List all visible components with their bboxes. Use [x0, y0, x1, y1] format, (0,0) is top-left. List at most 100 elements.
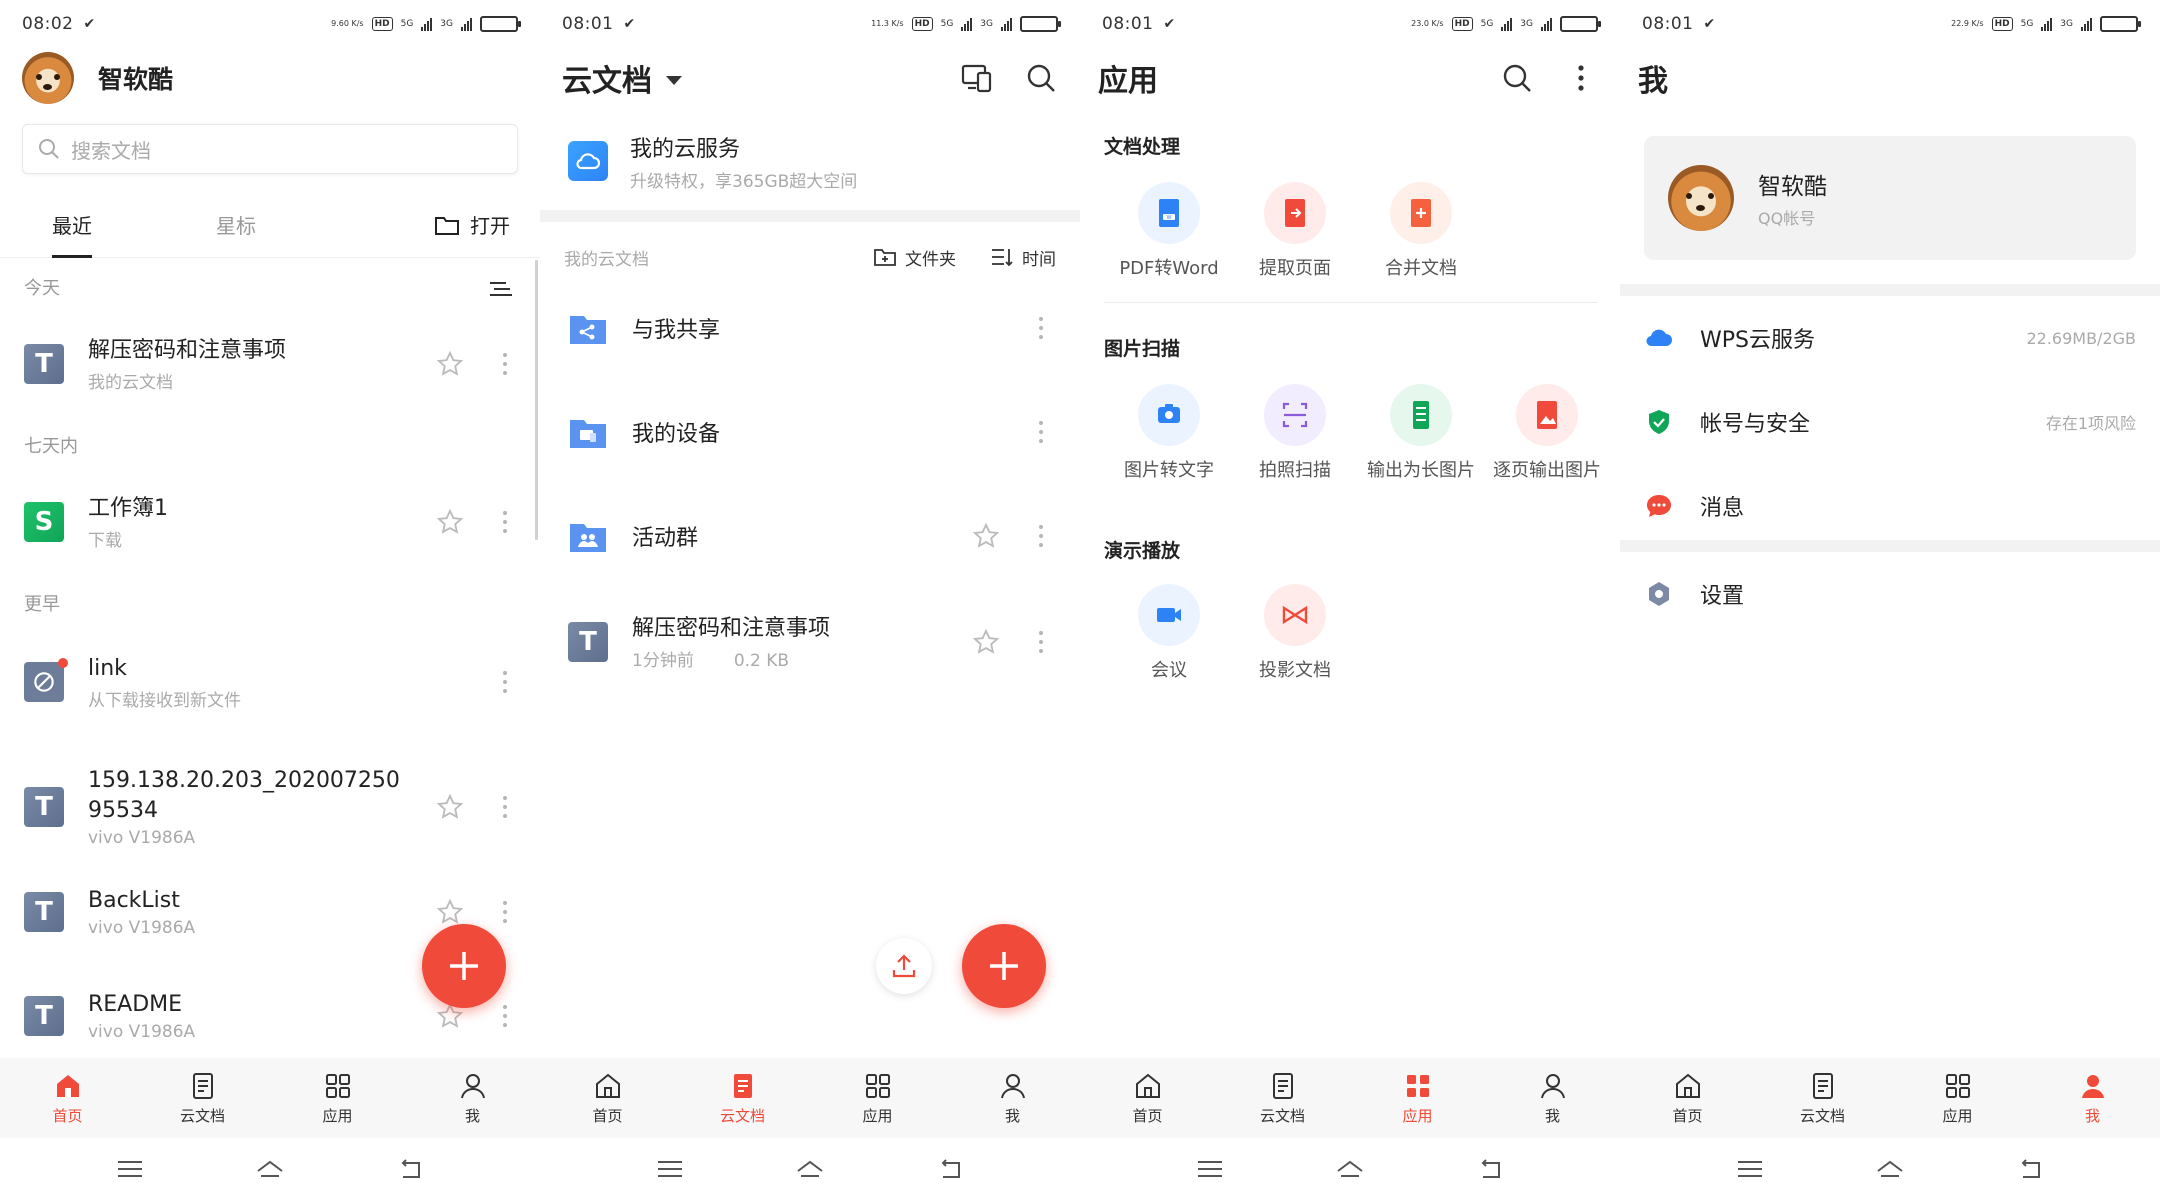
- shield-icon: [1649, 410, 1669, 434]
- home-key-icon[interactable]: [255, 1157, 285, 1181]
- search-icon[interactable]: [1024, 61, 1058, 95]
- row-settings[interactable]: 设置: [1620, 552, 2160, 636]
- search-icon[interactable]: [1500, 61, 1534, 95]
- row-account-security[interactable]: 帐号与安全 存在1项风险: [1620, 380, 2160, 464]
- folder-add-icon: [874, 249, 896, 266]
- star-icon[interactable]: [436, 350, 464, 378]
- profile-account-type: QQ帐号: [1758, 209, 1816, 228]
- menu-icon[interactable]: [1195, 1157, 1225, 1181]
- nav-apps[interactable]: 应用: [1890, 1058, 2025, 1138]
- app-projection[interactable]: 投影文档: [1232, 584, 1358, 682]
- file-row[interactable]: T 解压密码和注意事项 我的云文档: [0, 314, 540, 414]
- star-icon[interactable]: [436, 898, 464, 926]
- file-row[interactable]: link 从下载接收到新文件: [0, 632, 540, 732]
- file-title: README: [88, 992, 183, 1017]
- scrollbar[interactable]: [535, 260, 538, 540]
- home-key-icon[interactable]: [1875, 1157, 1905, 1181]
- nav-home[interactable]: 首页: [0, 1058, 135, 1138]
- message-icon: [1647, 495, 1671, 517]
- menu-icon[interactable]: [115, 1157, 145, 1181]
- more-icon[interactable]: [502, 1005, 508, 1027]
- more-icon[interactable]: [502, 353, 508, 375]
- sort-by-time-button[interactable]: 时间: [990, 245, 1056, 270]
- file-row[interactable]: T 解压密码和注意事项 1分钟前 0.2 KB: [540, 590, 1080, 694]
- more-icon[interactable]: [1038, 317, 1044, 339]
- nav-cloud-docs[interactable]: 云文档: [135, 1058, 270, 1138]
- nav-home[interactable]: 首页: [540, 1058, 675, 1138]
- back-icon[interactable]: [1475, 1157, 1505, 1181]
- folder-icon: [435, 216, 459, 235]
- app-extract-page[interactable]: 提取页面: [1232, 182, 1358, 280]
- signal-icon: [421, 17, 433, 31]
- folder-row[interactable]: 与我共享: [540, 276, 1080, 380]
- nav-me[interactable]: 我: [2025, 1058, 2160, 1138]
- home-icon: [56, 1074, 79, 1097]
- new-folder-button[interactable]: 文件夹: [873, 245, 956, 270]
- app-meeting[interactable]: 会议: [1106, 584, 1232, 682]
- more-icon[interactable]: [502, 901, 508, 923]
- system-nav-bar: [540, 1138, 1080, 1200]
- row-messages[interactable]: 消息: [1620, 464, 2160, 548]
- more-icon[interactable]: [1038, 421, 1044, 443]
- nav-home[interactable]: 首页: [1080, 1058, 1215, 1138]
- text-doc-icon: T: [24, 787, 64, 827]
- new-document-button[interactable]: [962, 924, 1046, 1008]
- nav-cloud-docs[interactable]: 云文档: [1755, 1058, 1890, 1138]
- nav-me[interactable]: 我: [405, 1058, 540, 1138]
- cloud-service-card[interactable]: 我的云服务 升级特权，享365GB超大空间: [540, 114, 1080, 208]
- tab-recent[interactable]: 最近: [30, 192, 114, 258]
- nav-me[interactable]: 我: [1485, 1058, 1620, 1138]
- nav-cloud-docs[interactable]: 云文档: [675, 1058, 810, 1138]
- more-icon[interactable]: [502, 796, 508, 818]
- app-page-image[interactable]: 逐页输出图片: [1484, 384, 1610, 482]
- search-input[interactable]: 搜索文档: [22, 124, 518, 174]
- file-row[interactable]: S 工作簿1 下载: [0, 472, 540, 572]
- folder-row[interactable]: 我的设备: [540, 380, 1080, 484]
- back-icon[interactable]: [2015, 1157, 2045, 1181]
- person-icon: [2081, 1074, 2104, 1098]
- apps-screen: 08:01 ✔ 23.0 K/s HD 5G 3G 应用 文档处理 W PDF转…: [1080, 0, 1620, 1200]
- nav-cloud-docs[interactable]: 云文档: [1215, 1058, 1350, 1138]
- file-row[interactable]: T 159.138.20.203_202007250 95534 vivo V1…: [0, 748, 540, 866]
- app-photo-scan[interactable]: 拍照扫描: [1232, 384, 1358, 482]
- app-long-image[interactable]: 输出为长图片: [1358, 384, 1484, 482]
- app-pdf-to-word[interactable]: W PDF转Word: [1106, 182, 1232, 280]
- back-icon[interactable]: [935, 1157, 965, 1181]
- star-icon[interactable]: [436, 508, 464, 536]
- home-key-icon[interactable]: [795, 1157, 825, 1181]
- new-document-button[interactable]: [422, 924, 506, 1008]
- home-header: 智软酷: [22, 48, 518, 108]
- folder-row[interactable]: 活动群: [540, 484, 1080, 588]
- app-label: 输出为长图片: [1367, 460, 1475, 481]
- more-vertical-icon[interactable]: [1564, 61, 1598, 95]
- menu-icon[interactable]: [1735, 1157, 1765, 1181]
- home-key-icon[interactable]: [1335, 1157, 1365, 1181]
- devices-icon[interactable]: [960, 61, 994, 95]
- star-icon[interactable]: [972, 628, 1000, 656]
- chevron-down-icon[interactable]: [666, 75, 682, 85]
- nav-apps[interactable]: 应用: [810, 1058, 945, 1138]
- star-icon[interactable]: [436, 793, 464, 821]
- profile-card[interactable]: 智软酷 QQ帐号: [1644, 136, 2136, 260]
- nav-home[interactable]: 首页: [1620, 1058, 1755, 1138]
- app-merge-doc[interactable]: 合并文档: [1358, 182, 1484, 280]
- more-icon[interactable]: [1038, 631, 1044, 653]
- nav-apps[interactable]: 应用: [270, 1058, 405, 1138]
- page-title[interactable]: 云文档: [562, 56, 652, 100]
- open-button[interactable]: 打开: [434, 210, 510, 239]
- tab-starred[interactable]: 星标: [194, 192, 278, 258]
- more-icon[interactable]: [502, 671, 508, 693]
- avatar[interactable]: [22, 52, 74, 104]
- app-image-to-text[interactable]: 图片转文字: [1106, 384, 1232, 482]
- back-icon[interactable]: [395, 1157, 425, 1181]
- row-wps-cloud[interactable]: WPS云服务 22.69MB/2GB: [1620, 296, 2160, 380]
- sort-icon[interactable]: [488, 278, 514, 300]
- menu-icon[interactable]: [655, 1157, 685, 1181]
- star-icon[interactable]: [972, 522, 1000, 550]
- more-icon[interactable]: [502, 511, 508, 533]
- nav-apps[interactable]: 应用: [1350, 1058, 1485, 1138]
- nav-me[interactable]: 我: [945, 1058, 1080, 1138]
- upload-button[interactable]: [876, 938, 932, 994]
- hd-icon: HD: [1451, 17, 1473, 31]
- more-icon[interactable]: [1038, 525, 1044, 547]
